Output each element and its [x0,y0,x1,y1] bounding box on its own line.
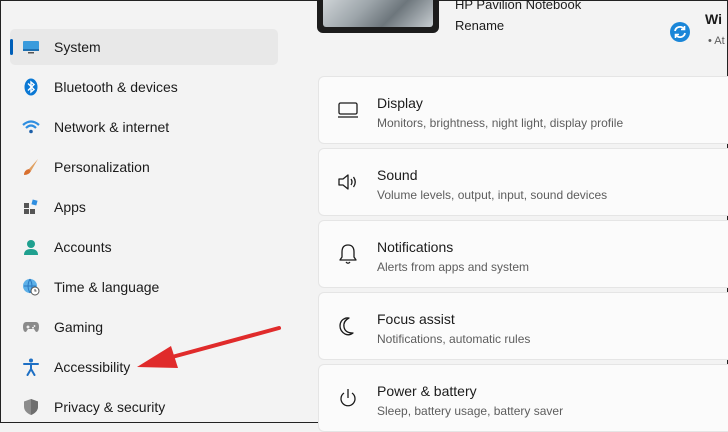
card-subtitle: Sleep, battery usage, battery saver [377,404,564,418]
person-icon [22,238,40,256]
accessibility-icon [22,358,40,376]
globe-clock-icon [22,278,40,296]
sidebar-item-system[interactable]: System [10,29,278,65]
card-title: Display [377,95,423,111]
sidebar-item-bluetooth[interactable]: Bluetooth & devices [10,69,278,105]
settings-card-display[interactable]: Display Monitors, brightness, night ligh… [318,76,728,144]
sidebar-item-privacy-security[interactable]: Privacy & security [10,389,278,425]
power-icon [337,387,359,409]
sidebar-item-label: Gaming [54,319,104,335]
apps-icon [22,198,40,216]
wifi-icon [22,118,40,136]
moon-icon [337,315,359,337]
sidebar-item-label: Network & internet [54,119,170,135]
card-subtitle: Notifications, automatic rules [377,332,531,346]
sidebar-item-accessibility[interactable]: Accessibility [10,349,278,385]
bell-icon [337,243,359,265]
windows-update-title[interactable]: Wi [705,11,722,27]
display-icon [337,99,359,121]
sidebar-item-label: Accessibility [54,359,131,375]
sidebar-item-time-language[interactable]: Time & language [10,269,278,305]
card-title: Focus assist [377,311,455,327]
settings-card-focus-assist[interactable]: Focus assist Notifications, automatic ru… [318,292,728,360]
card-title: Notifications [377,239,454,255]
windows-update-status: • At [708,35,725,47]
shield-icon [22,398,40,416]
sidebar-item-label: Apps [54,199,86,215]
settings-card-sound[interactable]: Sound Volume levels, output, input, soun… [318,148,728,216]
sidebar-item-apps[interactable]: Apps [10,189,278,225]
brush-icon [22,158,40,176]
settings-card-notifications[interactable]: Notifications Alerts from apps and syste… [318,220,728,288]
wallpaper-image [323,0,433,27]
bluetooth-icon [22,78,40,96]
sidebar-item-gaming[interactable]: Gaming [10,309,278,345]
rename-link[interactable]: Rename [455,18,504,33]
sidebar-item-network[interactable]: Network & internet [10,109,278,145]
gamepad-icon [22,318,40,336]
sidebar-nav: System Bluetooth & devices Network & int… [1,1,291,424]
speaker-icon [337,171,359,193]
card-subtitle: Alerts from apps and system [377,260,530,274]
sidebar-item-personalization[interactable]: Personalization [10,149,278,185]
card-subtitle: Monitors, brightness, night light, displ… [377,116,624,130]
device-name: HP Pavilion Notebook [455,0,582,12]
sidebar-item-label: Personalization [54,159,150,175]
card-title: Sound [377,167,418,183]
sidebar-item-label: System [54,39,101,55]
sidebar-item-label: Accounts [54,239,112,255]
card-title: Power & battery [377,383,477,399]
settings-card-power-battery[interactable]: Power & battery Sleep, battery usage, ba… [318,364,728,432]
sidebar-item-label: Privacy & security [54,399,166,415]
card-subtitle: Volume levels, output, input, sound devi… [377,188,608,202]
active-indicator [10,39,13,55]
sidebar-item-label: Bluetooth & devices [54,79,178,95]
monitor-icon [22,38,40,56]
windows-update-icon[interactable] [669,21,691,43]
sidebar-item-label: Time & language [54,279,160,295]
sidebar-item-accounts[interactable]: Accounts [10,229,278,265]
device-wallpaper-thumbnail [317,0,439,33]
